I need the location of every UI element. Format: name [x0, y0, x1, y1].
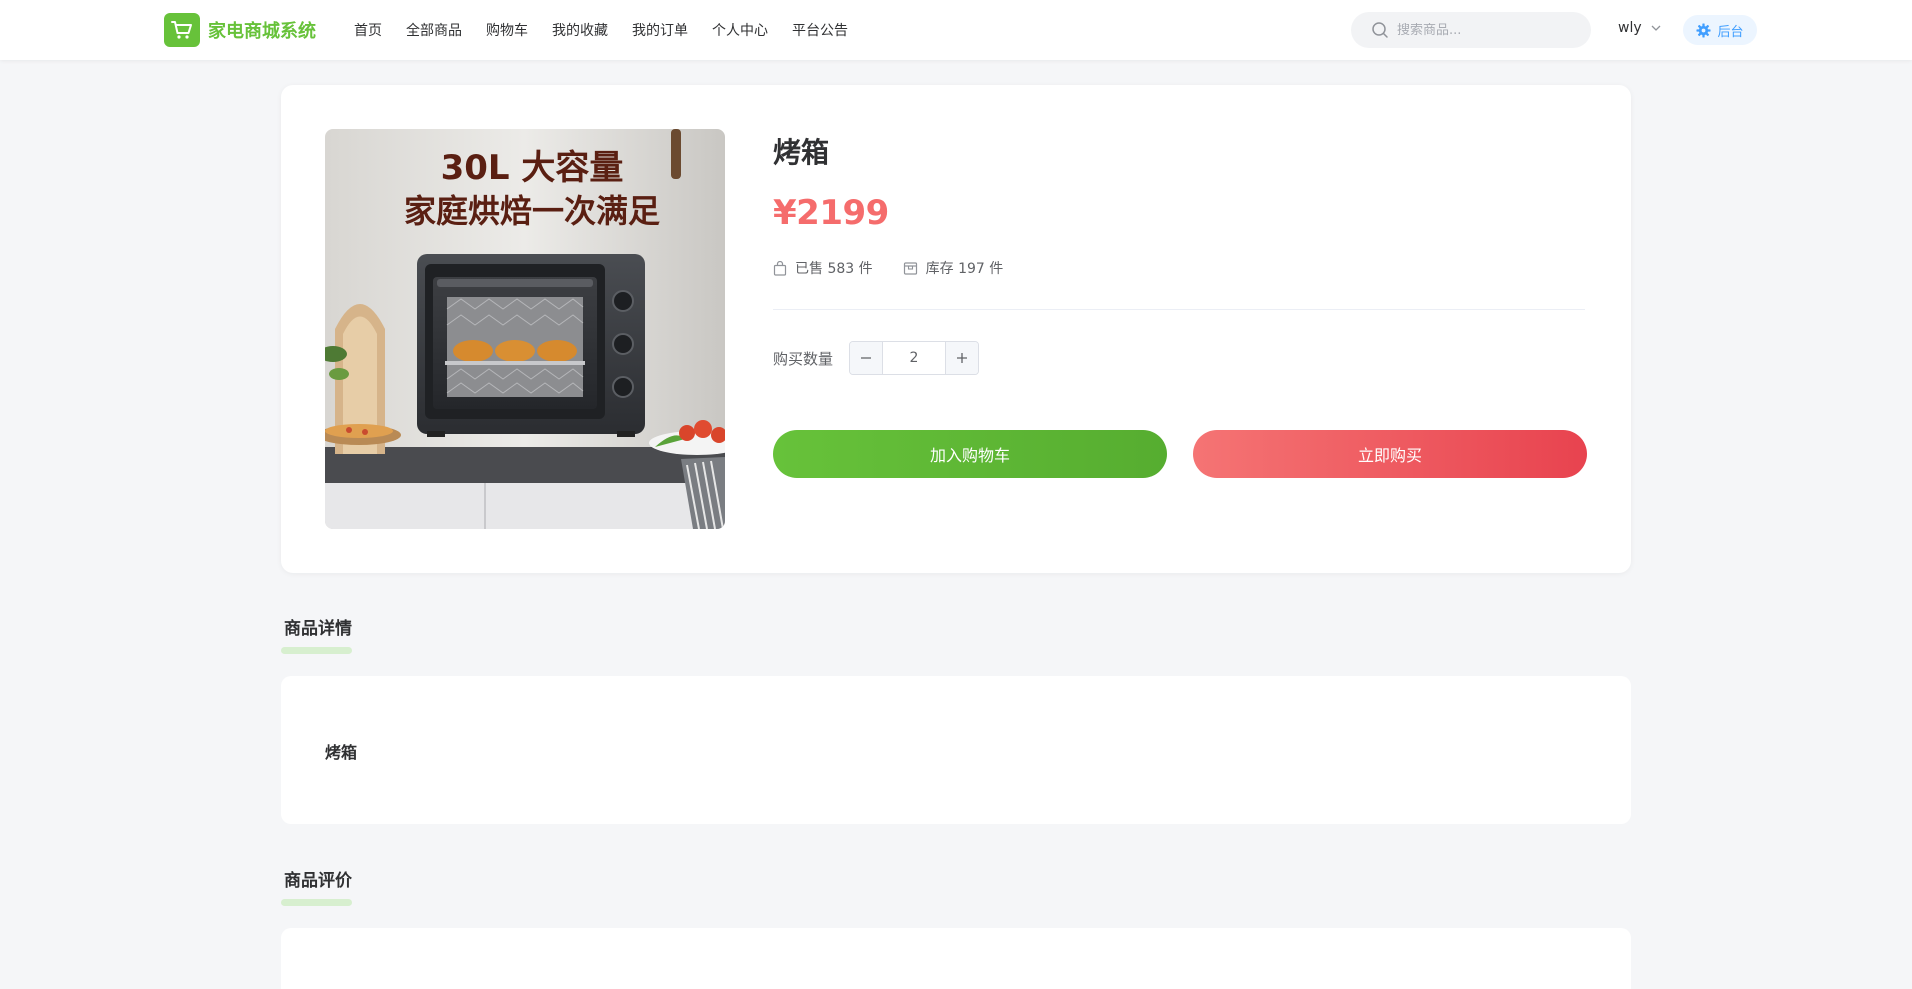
image-headline-2: 家庭烘焙一次满足 [404, 192, 660, 230]
nav-all-products[interactable]: 全部商品 [406, 20, 462, 40]
quantity-stepper [849, 341, 980, 375]
nav-orders[interactable]: 我的订单 [632, 20, 688, 40]
detail-content: 烤箱 [325, 743, 358, 762]
sold-text: 已售 583 件 [795, 261, 873, 277]
username: wly [1618, 20, 1642, 36]
nav-home[interactable]: 首页 [354, 20, 382, 40]
user-menu[interactable]: wly [1618, 20, 1662, 36]
product-meta: 已售 583 件 库存 197 件 [773, 258, 1033, 278]
search-input[interactable] [1397, 22, 1587, 38]
nav-favorites[interactable]: 我的收藏 [552, 20, 608, 40]
search-icon [1372, 22, 1388, 38]
quantity-input[interactable] [883, 342, 946, 374]
product-card: 30L 大容量 家庭烘焙一次满足 烤箱 ¥2199 已售 583 件 库存 19 [281, 85, 1631, 573]
detail-title-underline [281, 647, 352, 654]
quantity-row: 购买数量 [773, 341, 980, 375]
buy-now-button[interactable]: 立即购买 [1193, 430, 1587, 478]
site-logo[interactable]: 家电商城系统 [164, 13, 316, 47]
box-icon [903, 262, 917, 275]
product-image: 30L 大容量 家庭烘焙一次满足 [325, 129, 725, 529]
nav-announcements[interactable]: 平台公告 [792, 20, 848, 40]
cart-logo-icon [164, 13, 200, 47]
detail-section-title: 商品详情 [284, 619, 352, 639]
nav-cart[interactable]: 购物车 [486, 20, 528, 40]
shopping-bag-icon [773, 260, 787, 276]
quantity-label: 购买数量 [773, 349, 834, 368]
nav-profile[interactable]: 个人中心 [712, 20, 768, 40]
quantity-decrease-button[interactable] [850, 342, 884, 374]
top-header: 家电商城系统 首页 全部商品 购物车 我的收藏 我的订单 个人中心 平台公告 w… [0, 0, 1912, 60]
gear-icon [1696, 22, 1712, 38]
image-headline-1: 30L 大容量 [441, 148, 624, 188]
add-to-cart-button[interactable]: 加入购物车 [773, 430, 1167, 478]
stock-text: 库存 197 件 [925, 261, 1004, 277]
product-price: ¥2199 [773, 193, 889, 233]
admin-label: 后台 [1717, 24, 1744, 40]
quantity-increase-button[interactable] [945, 342, 979, 374]
detail-card: 烤箱 [281, 676, 1631, 824]
review-section-title: 商品评价 [284, 871, 352, 891]
chevron-down-icon [1651, 25, 1661, 31]
stock-count: 库存 197 件 [903, 258, 1004, 278]
plus-icon [957, 353, 968, 363]
main-nav: 首页 全部商品 购物车 我的收藏 我的订单 个人中心 平台公告 [354, 0, 872, 60]
review-card [281, 928, 1631, 989]
info-divider [773, 309, 1585, 310]
review-title-underline [281, 899, 352, 906]
search-box[interactable] [1351, 12, 1591, 48]
site-name: 家电商城系统 [208, 21, 316, 42]
product-title: 烤箱 [773, 136, 830, 169]
sold-count: 已售 583 件 [773, 258, 873, 278]
minus-icon [861, 357, 872, 359]
admin-button[interactable]: 后台 [1683, 15, 1757, 45]
